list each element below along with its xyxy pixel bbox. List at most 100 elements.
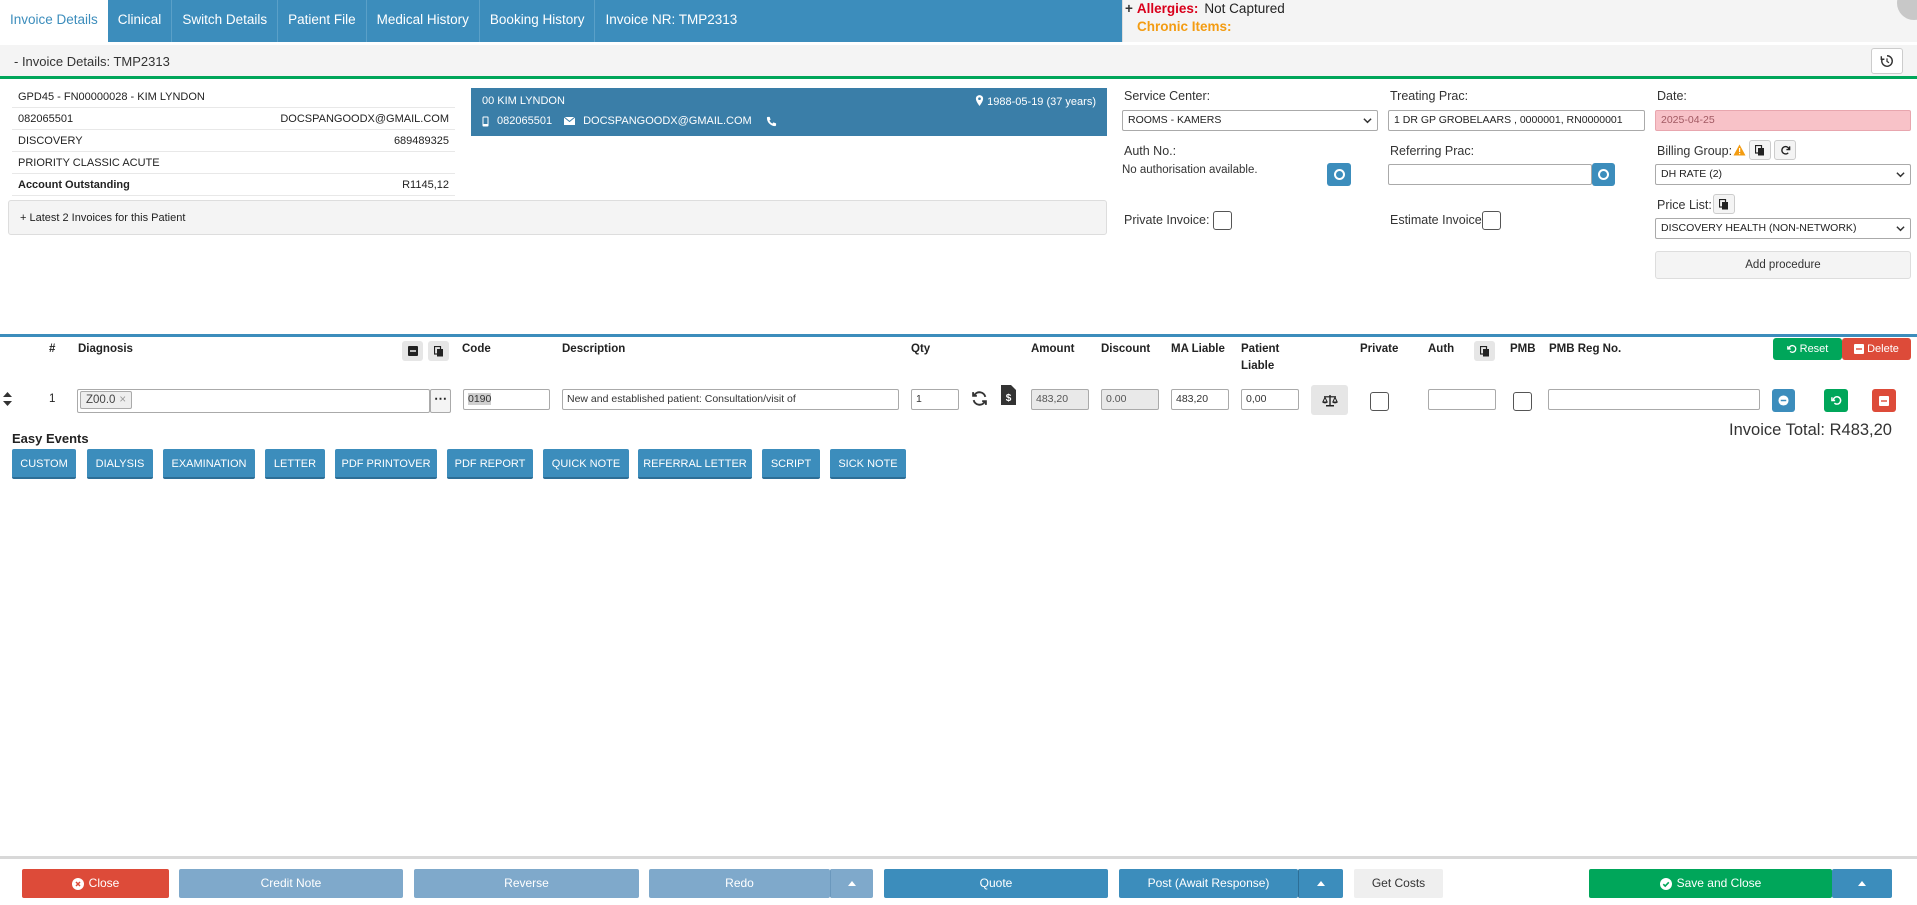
pmb-checkbox[interactable] [1513, 392, 1532, 411]
get-costs-button[interactable]: Get Costs [1354, 869, 1443, 898]
copy-icon [1719, 198, 1728, 209]
quote-button[interactable]: Quote [884, 869, 1108, 898]
mobile-icon [482, 116, 489, 126]
delete-label: Delete [1867, 343, 1899, 355]
phone-icon[interactable] [766, 116, 777, 127]
private-row-checkbox[interactable] [1370, 392, 1389, 411]
qty-input[interactable]: 1 [911, 389, 959, 410]
chronic-items-label: Chronic Items: [1137, 19, 1232, 34]
delete-button[interactable]: Delete [1842, 338, 1911, 360]
event-referral-letter-button[interactable]: REFERRAL LETTER [638, 449, 752, 479]
date-input[interactable]: 2025-04-25 [1655, 110, 1911, 131]
code-input[interactable]: 0190 [463, 389, 550, 410]
event-pdf-printover-button[interactable]: PDF PRINTOVER [335, 449, 437, 479]
history-button[interactable] [1871, 48, 1903, 74]
post-dropdown-button[interactable] [1298, 869, 1343, 898]
col-patient-liable-header: Patient [1241, 343, 1280, 355]
tab-switch-details[interactable]: Switch Details [172, 0, 279, 42]
patient-contact-row: 082065501 DOCSPANGOODX@GMAIL.COM [12, 108, 455, 130]
chevron-down-icon [1896, 226, 1905, 232]
delete-row-button[interactable] [1872, 389, 1896, 412]
tab-patient-file[interactable]: Patient File [278, 0, 367, 42]
event-quick-note-button[interactable]: QUICK NOTE [543, 449, 629, 479]
add-procedure-button[interactable]: Add procedure [1655, 251, 1911, 279]
referring-prac-input[interactable] [1388, 164, 1592, 185]
billing-refresh-button[interactable] [1774, 140, 1796, 160]
post-button[interactable]: Post (Await Response) [1119, 869, 1298, 898]
allergies-label: Allergies: [1136, 1, 1199, 16]
billing-copy-button[interactable] [1749, 140, 1771, 160]
footer-divider [0, 856, 1917, 859]
sync-icon[interactable] [971, 390, 988, 407]
close-label: Close [88, 876, 120, 890]
copy-icon [1479, 345, 1489, 356]
diagnosis-more-button[interactable]: ⋯ [430, 389, 451, 413]
amount-input: 483,20 [1031, 389, 1089, 410]
event-letter-button[interactable]: LETTER [265, 449, 325, 479]
service-center-select[interactable]: ROOMS - KAMERS [1122, 110, 1378, 131]
collapse-diagnosis-button[interactable] [402, 341, 423, 361]
patient-member-number: 689489325 [393, 135, 449, 147]
treating-prac-input[interactable]: 1 DR GP GROBELAARS , 0000001, RN0000001 [1388, 110, 1645, 131]
undo-row-button[interactable] [1824, 389, 1848, 412]
col-description-header: Description [562, 343, 626, 355]
auth-row-input[interactable] [1428, 389, 1496, 410]
save-close-button[interactable]: Save and Close [1589, 869, 1832, 898]
copy-diagnosis-button[interactable] [428, 341, 449, 361]
col-ma-liable-header: MA Liable [1171, 343, 1225, 355]
treating-prac-label: Treating Prac: [1390, 89, 1469, 103]
allergies-line[interactable]: + Allergies: Not Captured [1125, 0, 1917, 18]
latest-invoices-toggle[interactable]: + Latest 2 Invoices for this Patient [8, 200, 1107, 235]
reverse-button[interactable]: Reverse [414, 869, 639, 898]
price-list-copy-button[interactable] [1713, 194, 1735, 214]
account-outstanding-row: Account Outstanding R1145,12 [12, 174, 455, 196]
event-dialysis-button[interactable]: DIALYSIS [87, 449, 153, 479]
col-pmb-header: PMB [1510, 343, 1536, 355]
event-custom-button[interactable]: CUSTOM [12, 449, 76, 479]
minus-square-icon [407, 346, 418, 356]
remove-tag-icon[interactable]: × [119, 394, 126, 406]
invoice-dollar-icon[interactable]: $ [1001, 385, 1016, 405]
patient-card-contact: 082065501 DOCSPANGOODX@GMAIL.COM [482, 115, 777, 127]
event-examination-button[interactable]: EXAMINATION [163, 449, 255, 479]
patient-medical-aid: DISCOVERY [18, 135, 83, 147]
save-dropdown-button[interactable] [1832, 869, 1892, 898]
credit-note-button[interactable]: Credit Note [179, 869, 403, 898]
pmb-reg-input[interactable] [1548, 389, 1760, 410]
close-button[interactable]: Close [22, 869, 169, 898]
event-pdf-report-button[interactable]: PDF REPORT [447, 449, 533, 479]
patient-details: GPD45 - FN00000028 - KIM LYNDON 08206550… [12, 86, 455, 196]
event-sick-note-button[interactable]: SICK NOTE [830, 449, 906, 479]
redo-dropdown-button[interactable] [830, 869, 873, 898]
price-list-select[interactable]: DISCOVERY HEALTH (NON-NETWORK) [1655, 218, 1911, 239]
account-outstanding-label: Account Outstanding [18, 179, 130, 191]
tab-invoice-details[interactable]: Invoice Details [0, 0, 108, 42]
event-script-button[interactable]: SCRIPT [762, 449, 820, 479]
tab-clinical[interactable]: Clinical [108, 0, 173, 42]
redo-button[interactable]: Redo [649, 869, 830, 898]
patient-id-line: GPD45 - FN00000028 - KIM LYNDON [18, 91, 205, 103]
tab-booking-history[interactable]: Booking History [480, 0, 596, 42]
section-divider [0, 334, 1917, 337]
svg-text:$: $ [1006, 393, 1012, 404]
envelope-icon [564, 117, 576, 125]
remove-row-button[interactable] [1772, 389, 1795, 412]
tab-invoice-number: Invoice NR: TMP2313 [605, 12, 738, 27]
ma-liable-input[interactable]: 483,20 [1171, 389, 1229, 410]
billing-group-select[interactable]: DH RATE (2) [1655, 164, 1911, 185]
reset-button[interactable]: Reset [1773, 338, 1842, 360]
private-invoice-checkbox[interactable] [1213, 211, 1232, 230]
estimate-invoice-checkbox[interactable] [1482, 211, 1501, 230]
description-input[interactable]: New and established patient: Consultatio… [562, 389, 899, 410]
add-auth-button[interactable] [1327, 163, 1351, 186]
patient-liable-input[interactable]: 0,00 [1241, 389, 1299, 410]
plus-circle-icon [1333, 169, 1345, 180]
balance-button[interactable] [1311, 385, 1348, 415]
patient-card-name: 00 KIM LYNDON [482, 95, 565, 107]
copy-auth-button[interactable] [1474, 341, 1495, 361]
chevron-down-icon [1896, 172, 1905, 178]
add-referring-prac-button[interactable] [1592, 163, 1615, 186]
section-title[interactable]: - Invoice Details: TMP2313 [14, 54, 170, 69]
drag-handle-icon[interactable] [3, 392, 12, 406]
tab-medical-history[interactable]: Medical History [367, 0, 480, 42]
